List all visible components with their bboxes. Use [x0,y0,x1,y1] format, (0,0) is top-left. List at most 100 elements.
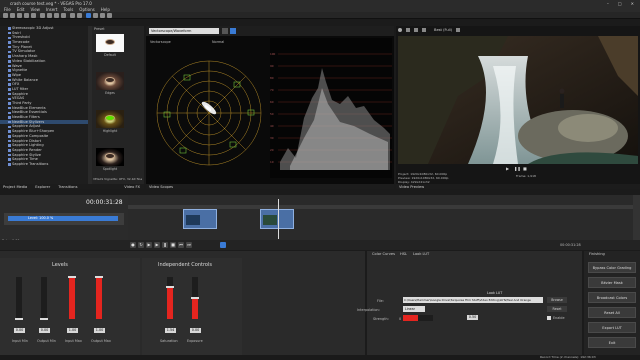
enable-checkbox[interactable] [547,316,551,320]
tab-video-scopes[interactable]: Video Scopes [149,185,173,189]
export-lut-button[interactable]: Export LUT [588,322,636,333]
bezier-mask-button[interactable]: Bézier Mask [588,277,636,288]
menu-view[interactable]: View [30,7,40,12]
preview-image [398,36,638,164]
file-label: File: [377,299,384,303]
selection-tool-icon[interactable] [107,13,112,18]
saturation-value[interactable]: 1.54 [165,328,176,333]
play-from-start-icon[interactable]: ▶ [146,242,152,248]
overlays-icon[interactable] [414,28,418,32]
video-fx-list: Stereoscopic 3D Adjust Swirl Threshold Time… [0,26,88,184]
levels-panel: Levels 0.00 0.00 1.00 1.00 Input Min Out… [0,251,365,360]
paste-icon[interactable] [54,13,59,18]
go-to-start-icon[interactable]: ⏮ [178,242,184,248]
copy-snapshot-icon[interactable] [422,28,426,32]
grid-icon[interactable] [456,28,460,32]
preview-frame-waterfall [398,36,638,164]
menu-insert[interactable]: Insert [46,7,57,12]
tab-transitions[interactable]: Transitions [58,185,77,189]
timeline-scrollbar[interactable] [633,195,640,240]
tab-explorer[interactable]: Explorer [35,185,50,189]
tab-project-media[interactable]: Project Media [3,185,27,189]
menu-edit[interactable]: Edit [17,7,25,12]
output-max-slider[interactable] [95,276,103,319]
settings-icon[interactable] [222,28,228,34]
new-icon[interactable] [3,13,8,18]
preset-default[interactable] [96,34,124,52]
play-icon[interactable]: ▶ [506,166,509,171]
bypass-color-grading-button[interactable]: Bypass Color Grading [588,262,636,273]
pause-icon[interactable]: ❚ [162,242,168,248]
undo-icon[interactable] [70,13,75,18]
menu-tools[interactable]: Tools [63,7,73,12]
tab-finishing[interactable]: Finishing [586,251,608,257]
update-scopes-icon[interactable] [230,28,236,34]
loop-icon[interactable]: ↻ [138,242,144,248]
open-icon[interactable] [10,13,15,18]
edit-mode-icon[interactable] [220,242,226,248]
tab-hsl[interactable]: HSL [397,251,410,257]
gear-icon[interactable] [398,28,402,32]
browse-button[interactable]: Browse [547,297,567,303]
strength-min: 0 [399,317,402,321]
reset-button[interactable]: Reset [547,306,567,312]
cut-icon[interactable] [40,13,45,18]
exit-button[interactable]: Exit [588,337,636,348]
video-clip-2[interactable] [260,209,294,229]
input-min-slider[interactable] [15,277,23,320]
edit-tool-icon[interactable] [93,13,98,18]
tab-color-curves[interactable]: Color Curves [369,251,398,257]
minimize-icon[interactable]: – [607,1,609,6]
output-min-slider[interactable] [40,277,48,320]
properties-icon[interactable] [24,13,29,18]
video-track-header[interactable]: Level: 100.0 % [4,213,124,225]
input-min-value[interactable]: 0.00 [14,328,25,333]
menu-help[interactable]: Help [101,7,110,12]
play-icon[interactable]: ▶ [154,242,160,248]
scope-select[interactable]: Vectorscope/Waveform [149,28,219,34]
redo-icon[interactable] [77,13,82,18]
status-bar: Record Time (2 channels): 192:36:03 [0,355,640,360]
go-to-end-icon[interactable]: ⏭ [186,242,192,248]
split-screen-icon[interactable] [406,28,410,32]
menu-file[interactable]: File [4,7,11,12]
preview-quality-select[interactable]: Best (Full) [434,27,452,33]
input-max-slider[interactable] [68,276,76,319]
record-icon[interactable]: ● [130,242,136,248]
tab-look-lut[interactable]: Look LUT [410,251,432,257]
envelope-tool-icon[interactable] [100,13,105,18]
preset-edges[interactable] [96,72,124,90]
tab-video-preview[interactable]: Video Preview [399,185,424,189]
strength-value[interactable]: 0.50 [467,315,478,320]
maximize-icon[interactable]: □ [618,1,622,6]
video-clip-1[interactable] [183,209,217,229]
copy-icon[interactable] [47,13,52,18]
preset-spotlight[interactable] [96,148,124,166]
strength-slider[interactable] [403,315,433,321]
output-min-value[interactable]: 0.00 [39,328,50,333]
preset-highlight[interactable] [96,110,124,128]
exposure-label: Exposure [187,339,203,343]
output-max-value[interactable]: 1.00 [94,328,105,333]
pause-icon[interactable]: ❚❚ [514,166,521,171]
stop-icon[interactable]: ■ [170,242,176,248]
menu-options[interactable]: Options [79,7,94,12]
input-max-value[interactable]: 1.00 [67,328,78,333]
fx-list-item[interactable]: Sapphire Transitions [0,162,88,167]
lut-file-path[interactable]: C:\Users\Hammer\Google Drive\Turquoise F… [403,297,543,303]
playhead[interactable] [278,199,279,239]
render-icon[interactable] [31,13,36,18]
reset-all-button[interactable]: Reset All [588,307,636,318]
snap-icon[interactable] [86,13,91,18]
saturation-slider[interactable] [166,277,174,319]
broadcast-colors-button[interactable]: Broadcast Colors [588,292,636,303]
close-icon[interactable]: ✕ [631,1,634,6]
interpolation-select[interactable]: Linear [403,306,425,312]
tab-video-fx[interactable]: Video FX [124,185,140,189]
save-icon[interactable] [17,13,22,18]
track-level-slider[interactable]: Level: 100.0 % [8,216,118,221]
delete-icon[interactable] [61,13,66,18]
exposure-value[interactable]: 0.00 [190,328,201,333]
exposure-slider[interactable] [191,277,199,319]
stop-icon[interactable]: ■ [523,166,527,171]
